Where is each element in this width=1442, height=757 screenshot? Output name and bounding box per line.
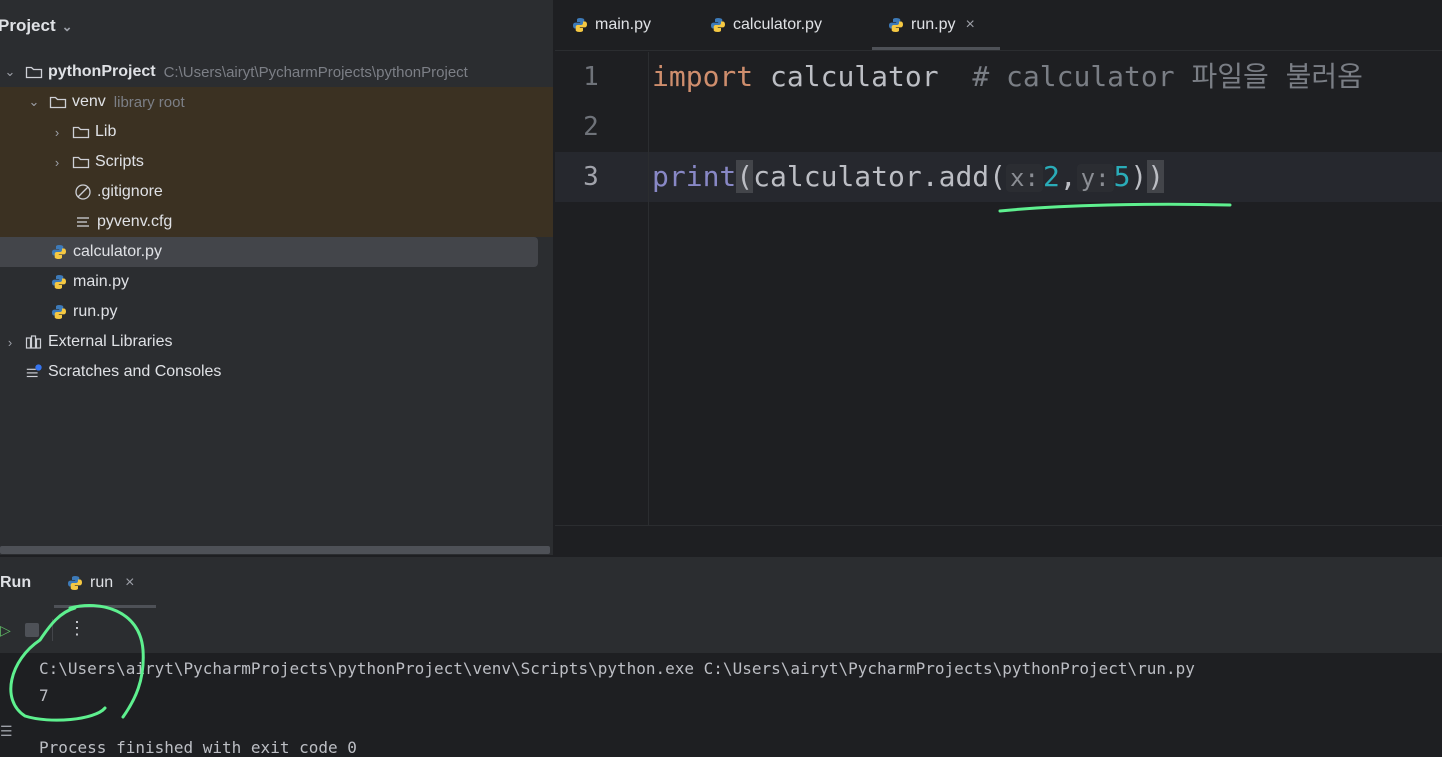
tree-item-scratches[interactable]: Scratches and Consoles: [0, 357, 553, 387]
console-command-line: C:\Users\airyt\PycharmProjects\pythonPro…: [39, 659, 1195, 678]
tab-main-py[interactable]: main.py: [572, 0, 651, 50]
console-output[interactable]: C:\Users\airyt\PycharmProjects\pythonPro…: [0, 653, 1442, 757]
chevron-down-icon[interactable]: ⌄: [62, 19, 73, 35]
code-line-1[interactable]: import calculator # calculator 파일을 불러옴: [652, 52, 1363, 102]
active-tab-indicator: [54, 605, 156, 608]
folder-icon: [72, 123, 90, 141]
tree-item-label: main.py: [73, 273, 130, 290]
parameter-hint: x:: [1006, 164, 1043, 192]
tree-item-label: External Libraries: [48, 333, 173, 350]
tree-item-lib[interactable]: › Lib: [0, 117, 553, 147]
chevron-right-icon[interactable]: ›: [50, 125, 64, 140]
run-panel-title: Run: [0, 574, 32, 591]
tree-item-note: library root: [113, 93, 185, 111]
folder-icon: [49, 93, 67, 111]
code-comment: # calculator 파일을 불러옴: [972, 60, 1363, 93]
code-keyword: import: [652, 60, 754, 93]
tree-item-gitignore[interactable]: .gitignore: [0, 177, 553, 207]
code-number: 5: [1113, 160, 1131, 193]
python-file-icon: [710, 17, 726, 33]
project-panel-title: Project: [0, 16, 56, 35]
code-number: 2: [1042, 160, 1060, 193]
code-paren: ): [1147, 160, 1165, 193]
editor-tab-bar: main.py calculator.py run.py ×: [555, 0, 1442, 51]
console-output-line: 7: [39, 686, 49, 705]
line-number-gutter[interactable]: 1 2 3: [555, 52, 649, 525]
code-paren: ): [1130, 160, 1148, 193]
chevron-down-icon[interactable]: ⌄: [3, 64, 17, 80]
line-number: 3: [583, 162, 599, 192]
tab-calculator-py[interactable]: calculator.py: [710, 0, 822, 50]
text-file-icon: [74, 213, 92, 231]
code-call: calculator.add(: [753, 160, 1007, 193]
code-editor[interactable]: main.py calculator.py run.py × 1 2 3 imp…: [555, 0, 1442, 556]
python-file-icon: [50, 303, 68, 321]
ignore-file-icon: [74, 183, 92, 201]
tab-run[interactable]: run ×: [67, 574, 134, 592]
active-tab-indicator: [872, 47, 1000, 50]
stop-icon[interactable]: [25, 623, 39, 637]
python-file-icon: [50, 273, 68, 291]
folder-icon: [72, 153, 90, 171]
tree-item-pythonproject[interactable]: ⌄ pythonProject C:\Users\airyt\PycharmPr…: [0, 57, 553, 87]
parameter-hint: y:: [1076, 164, 1114, 192]
tree-item-scripts[interactable]: › Scripts: [0, 147, 553, 177]
code-builtin: print: [652, 160, 737, 193]
tree-item-label: Lib: [95, 123, 117, 140]
editor-breadcrumb-bar: [555, 525, 1442, 556]
scratches-icon: [25, 363, 43, 381]
tree-item-main[interactable]: main.py: [0, 267, 553, 297]
run-panel-header: Run run ×: [0, 557, 1442, 609]
tree-item-label: Scripts: [95, 153, 144, 170]
tree-item-pyvenv[interactable]: pyvenv.cfg: [0, 207, 553, 237]
toolbar-divider: [52, 619, 53, 641]
chevron-down-icon[interactable]: ⌄: [27, 94, 41, 110]
line-number: 1: [583, 62, 599, 92]
run-panel: Run run × ▷ ⋮ C:\Users\airyt\PycharmProj…: [0, 556, 1442, 757]
rerun-icon[interactable]: ▷: [0, 622, 11, 639]
run-toolbar: ▷ ⋮: [0, 615, 1442, 645]
line-number: 2: [583, 112, 599, 142]
python-file-icon: [67, 575, 83, 591]
console-exit-line: Process finished with exit code 0: [39, 738, 357, 757]
horizontal-scrollbar[interactable]: [0, 546, 550, 554]
project-panel: Project ⌄ ⌄ pythonProject C:\Users\airyt…: [0, 0, 554, 555]
chevron-right-icon[interactable]: ›: [3, 335, 17, 350]
python-file-icon: [572, 17, 588, 33]
tree-item-path: C:\Users\airyt\PycharmProjects\pythonPro…: [163, 63, 468, 81]
tree-item-label: run.py: [73, 303, 118, 320]
tree-item-venv[interactable]: ⌄ venv library root: [0, 87, 553, 117]
tree-item-calculator[interactable]: calculator.py: [0, 237, 538, 267]
python-file-icon: [50, 243, 68, 261]
code-line-3[interactable]: print(calculator.add(x: 2, y: 5)): [652, 152, 1165, 202]
code-comma: ,: [1059, 160, 1077, 193]
tree-item-label: pythonProject: [48, 63, 156, 80]
tree-item-label: pyvenv.cfg: [97, 213, 173, 230]
tree-item-run[interactable]: run.py: [0, 297, 553, 327]
soft-wrap-icon[interactable]: ☰: [0, 723, 13, 740]
chevron-right-icon[interactable]: ›: [50, 155, 64, 170]
python-file-icon: [888, 17, 904, 33]
tab-run-py[interactable]: run.py ×: [888, 0, 975, 50]
more-options-icon[interactable]: ⋮: [68, 618, 86, 639]
project-panel-header[interactable]: Project ⌄: [0, 0, 553, 52]
tab-label: run.py: [911, 16, 956, 33]
tab-label: calculator.py: [733, 16, 822, 33]
close-icon[interactable]: ×: [125, 574, 134, 592]
tab-label: run: [90, 574, 114, 591]
folder-icon: [25, 63, 43, 81]
tree-item-label: venv: [72, 93, 106, 110]
code-paren: (: [736, 160, 754, 193]
code-module: calculator: [753, 60, 973, 93]
tab-label: main.py: [595, 16, 652, 33]
tree-item-external-libraries[interactable]: › External Libraries: [0, 327, 553, 357]
tree-item-label: calculator.py: [73, 243, 162, 260]
library-icon: [25, 333, 43, 351]
close-icon[interactable]: ×: [965, 16, 974, 34]
tree-item-label: .gitignore: [97, 183, 163, 200]
tree-item-label: Scratches and Consoles: [48, 363, 222, 380]
